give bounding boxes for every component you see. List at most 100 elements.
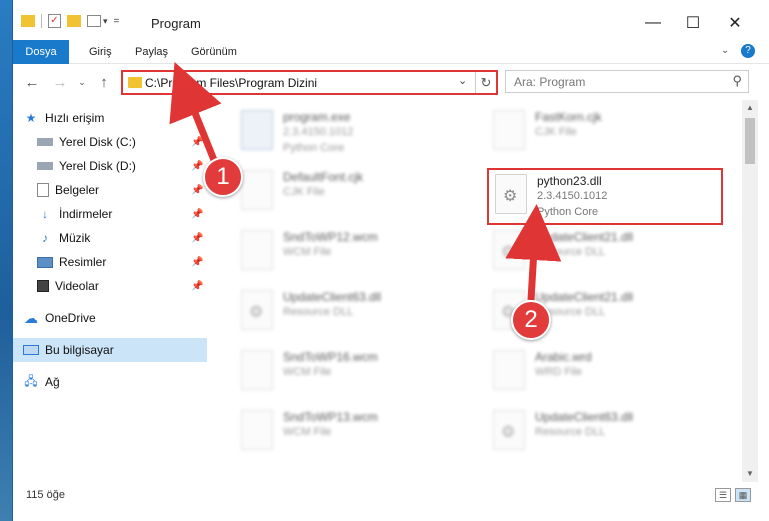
separator (41, 14, 42, 28)
sidebar-item-label: İndirmeler (59, 207, 113, 221)
status-bar: 115 öğe ☰ ▦ (13, 482, 769, 521)
customize-icon[interactable]: = (114, 16, 120, 27)
back-button[interactable]: ← (21, 72, 43, 92)
navigation-pane: ★ Hızlı erişim Yerel Disk (C:) 📌 Yerel D… (13, 100, 207, 482)
pictures-icon (37, 256, 53, 268)
file-item[interactable]: SndToWP13.wcm WCM File (235, 404, 465, 460)
pin-icon[interactable]: 📌 (191, 233, 203, 244)
up-button[interactable]: ↑ (93, 72, 115, 92)
file-icon (493, 350, 525, 390)
view-options-icon[interactable] (87, 15, 101, 27)
address-path[interactable]: C:\Program Files\Program Dizini (145, 76, 317, 90)
pin-icon[interactable]: 📌 (191, 281, 203, 292)
dll-icon (241, 290, 273, 330)
computer-icon (23, 345, 39, 355)
file-icon (241, 410, 273, 450)
new-folder-icon[interactable] (67, 15, 81, 27)
close-button[interactable]: ✕ (715, 8, 755, 38)
highlight-box (487, 168, 723, 225)
sidebar-item-documents[interactable]: Belgeler 📌 (13, 178, 207, 202)
sidebar-item-music[interactable]: ♪ Müzik 📌 (13, 226, 207, 250)
pin-icon[interactable]: 📌 (191, 185, 203, 196)
step-2-badge: 2 (511, 300, 551, 340)
file-version: CJK File (283, 186, 325, 198)
file-name: SndToWP16.wcm (283, 350, 378, 364)
sidebar-item-local-disk-c[interactable]: Yerel Disk (C:) 📌 (13, 130, 207, 154)
file-item[interactable]: SndToWP12.wcm WCM File (235, 224, 465, 280)
pin-icon[interactable]: 📌 (191, 161, 203, 172)
refresh-button[interactable]: ↻ (475, 72, 496, 93)
file-version: Resource DLL (535, 426, 606, 438)
sidebar-item-videos[interactable]: Videolar 📌 (13, 274, 207, 298)
properties-icon[interactable]: ✓ (48, 14, 61, 28)
folder-icon (128, 77, 142, 88)
file-name: UpdateClient21.dll (535, 290, 634, 304)
tab-giris[interactable]: Giriş (75, 40, 126, 64)
file-name: Arabic.wrd (535, 350, 592, 364)
scroll-down-icon[interactable]: ▼ (742, 466, 758, 482)
file-item[interactable]: FastKorn.cjk CJK File (487, 104, 717, 160)
maximize-button[interactable]: ☐ (673, 8, 713, 38)
download-icon: ↓ (42, 207, 48, 221)
ribbon: Dosya Giriş Paylaş Görünüm ⌄ ? (13, 40, 769, 64)
sidebar-item-network[interactable]: 🖧 Ağ (13, 370, 207, 394)
chevron-down-icon[interactable]: ▾ (103, 16, 108, 27)
tab-dosya[interactable]: Dosya (13, 40, 69, 64)
search-placeholder: Ara: Program (514, 75, 586, 89)
file-explorer-window: ✓ ▾ = Program — ☐ ✕ Dosya Giriş Paylaş G… (12, 0, 769, 521)
tab-paylas[interactable]: Paylaş (121, 40, 182, 64)
tab-gorunum[interactable]: Görünüm (177, 40, 251, 64)
file-name: UpdateClient63.dll (283, 290, 382, 304)
file-name: FastKorn.cjk (535, 110, 602, 124)
pin-icon[interactable]: 📌 (191, 209, 203, 220)
search-input[interactable]: Ara: Program ⚲ (505, 70, 749, 93)
sidebar-item-quick-access[interactable]: ★ Hızlı erişim (13, 106, 207, 130)
star-icon: ★ (25, 111, 37, 125)
sidebar-item-downloads[interactable]: ↓ İndirmeler 📌 (13, 202, 207, 226)
file-version: CJK File (535, 126, 577, 138)
address-bar[interactable]: C:\Program Files\Program Dizini ⌄ ↻ (121, 70, 498, 95)
file-icon (241, 230, 273, 270)
sidebar-item-local-disk-d[interactable]: Yerel Disk (D:) 📌 (13, 154, 207, 178)
sidebar-item-label: Resimler (59, 255, 107, 269)
scroll-up-icon[interactable]: ▲ (742, 100, 758, 116)
window-title: Program (151, 16, 201, 31)
help-icon[interactable]: ? (741, 44, 755, 58)
step-1-badge: 1 (203, 157, 243, 197)
large-icons-view-icon[interactable]: ▦ (735, 488, 751, 502)
file-type: Python Core (283, 142, 345, 154)
scroll-thumb[interactable] (745, 118, 755, 164)
file-name: SndToWP13.wcm (283, 410, 378, 424)
file-name: UpdateClient63.dll (535, 410, 634, 424)
file-item[interactable]: DefaultFont.cjk CJK File (235, 164, 465, 220)
expand-ribbon-icon[interactable]: ⌄ (721, 45, 729, 56)
file-item[interactable]: SndToWP16.wcm WCM File (235, 344, 465, 400)
details-view-icon[interactable]: ☰ (715, 488, 731, 502)
file-item[interactable]: UpdateClient21.dll Resource DLL (487, 224, 717, 280)
network-icon: 🖧 (24, 373, 38, 388)
file-item[interactable]: program.exe 2.3.4150.1012 Python Core (235, 104, 465, 160)
file-item[interactable]: UpdateClient63.dll Resource DLL (487, 404, 717, 460)
file-icon (493, 110, 525, 150)
navigation-bar: ← → ⌄ ↑ C:\Program Files\Program Dizini … (13, 65, 769, 99)
chevron-down-icon[interactable]: ⌄ (458, 74, 467, 87)
recent-locations-button[interactable]: ⌄ (71, 72, 93, 92)
search-icon: ⚲ (732, 73, 742, 88)
minimize-button[interactable]: — (633, 8, 673, 38)
file-item[interactable]: UpdateClient63.dll Resource DLL (235, 284, 465, 340)
vertical-scrollbar[interactable]: ▲ ▼ (742, 100, 758, 482)
pin-icon[interactable]: 📌 (191, 257, 203, 268)
sidebar-item-label: Yerel Disk (C:) (59, 135, 136, 149)
file-name: UpdateClient21.dll (535, 230, 634, 244)
item-count: 115 öğe (26, 489, 65, 501)
sidebar-item-label: Bu bilgisayar (45, 343, 114, 357)
sidebar-item-onedrive[interactable]: ☁ OneDrive (13, 306, 207, 330)
desktop-background (0, 0, 12, 521)
file-icon (241, 170, 273, 210)
pin-icon[interactable]: 📌 (191, 137, 203, 148)
sidebar-item-this-pc[interactable]: Bu bilgisayar (13, 338, 207, 362)
file-item[interactable]: Arabic.wrd WRD File (487, 344, 717, 400)
forward-button[interactable]: → (49, 72, 71, 92)
folder-icon[interactable] (21, 15, 35, 27)
sidebar-item-pictures[interactable]: Resimler 📌 (13, 250, 207, 274)
